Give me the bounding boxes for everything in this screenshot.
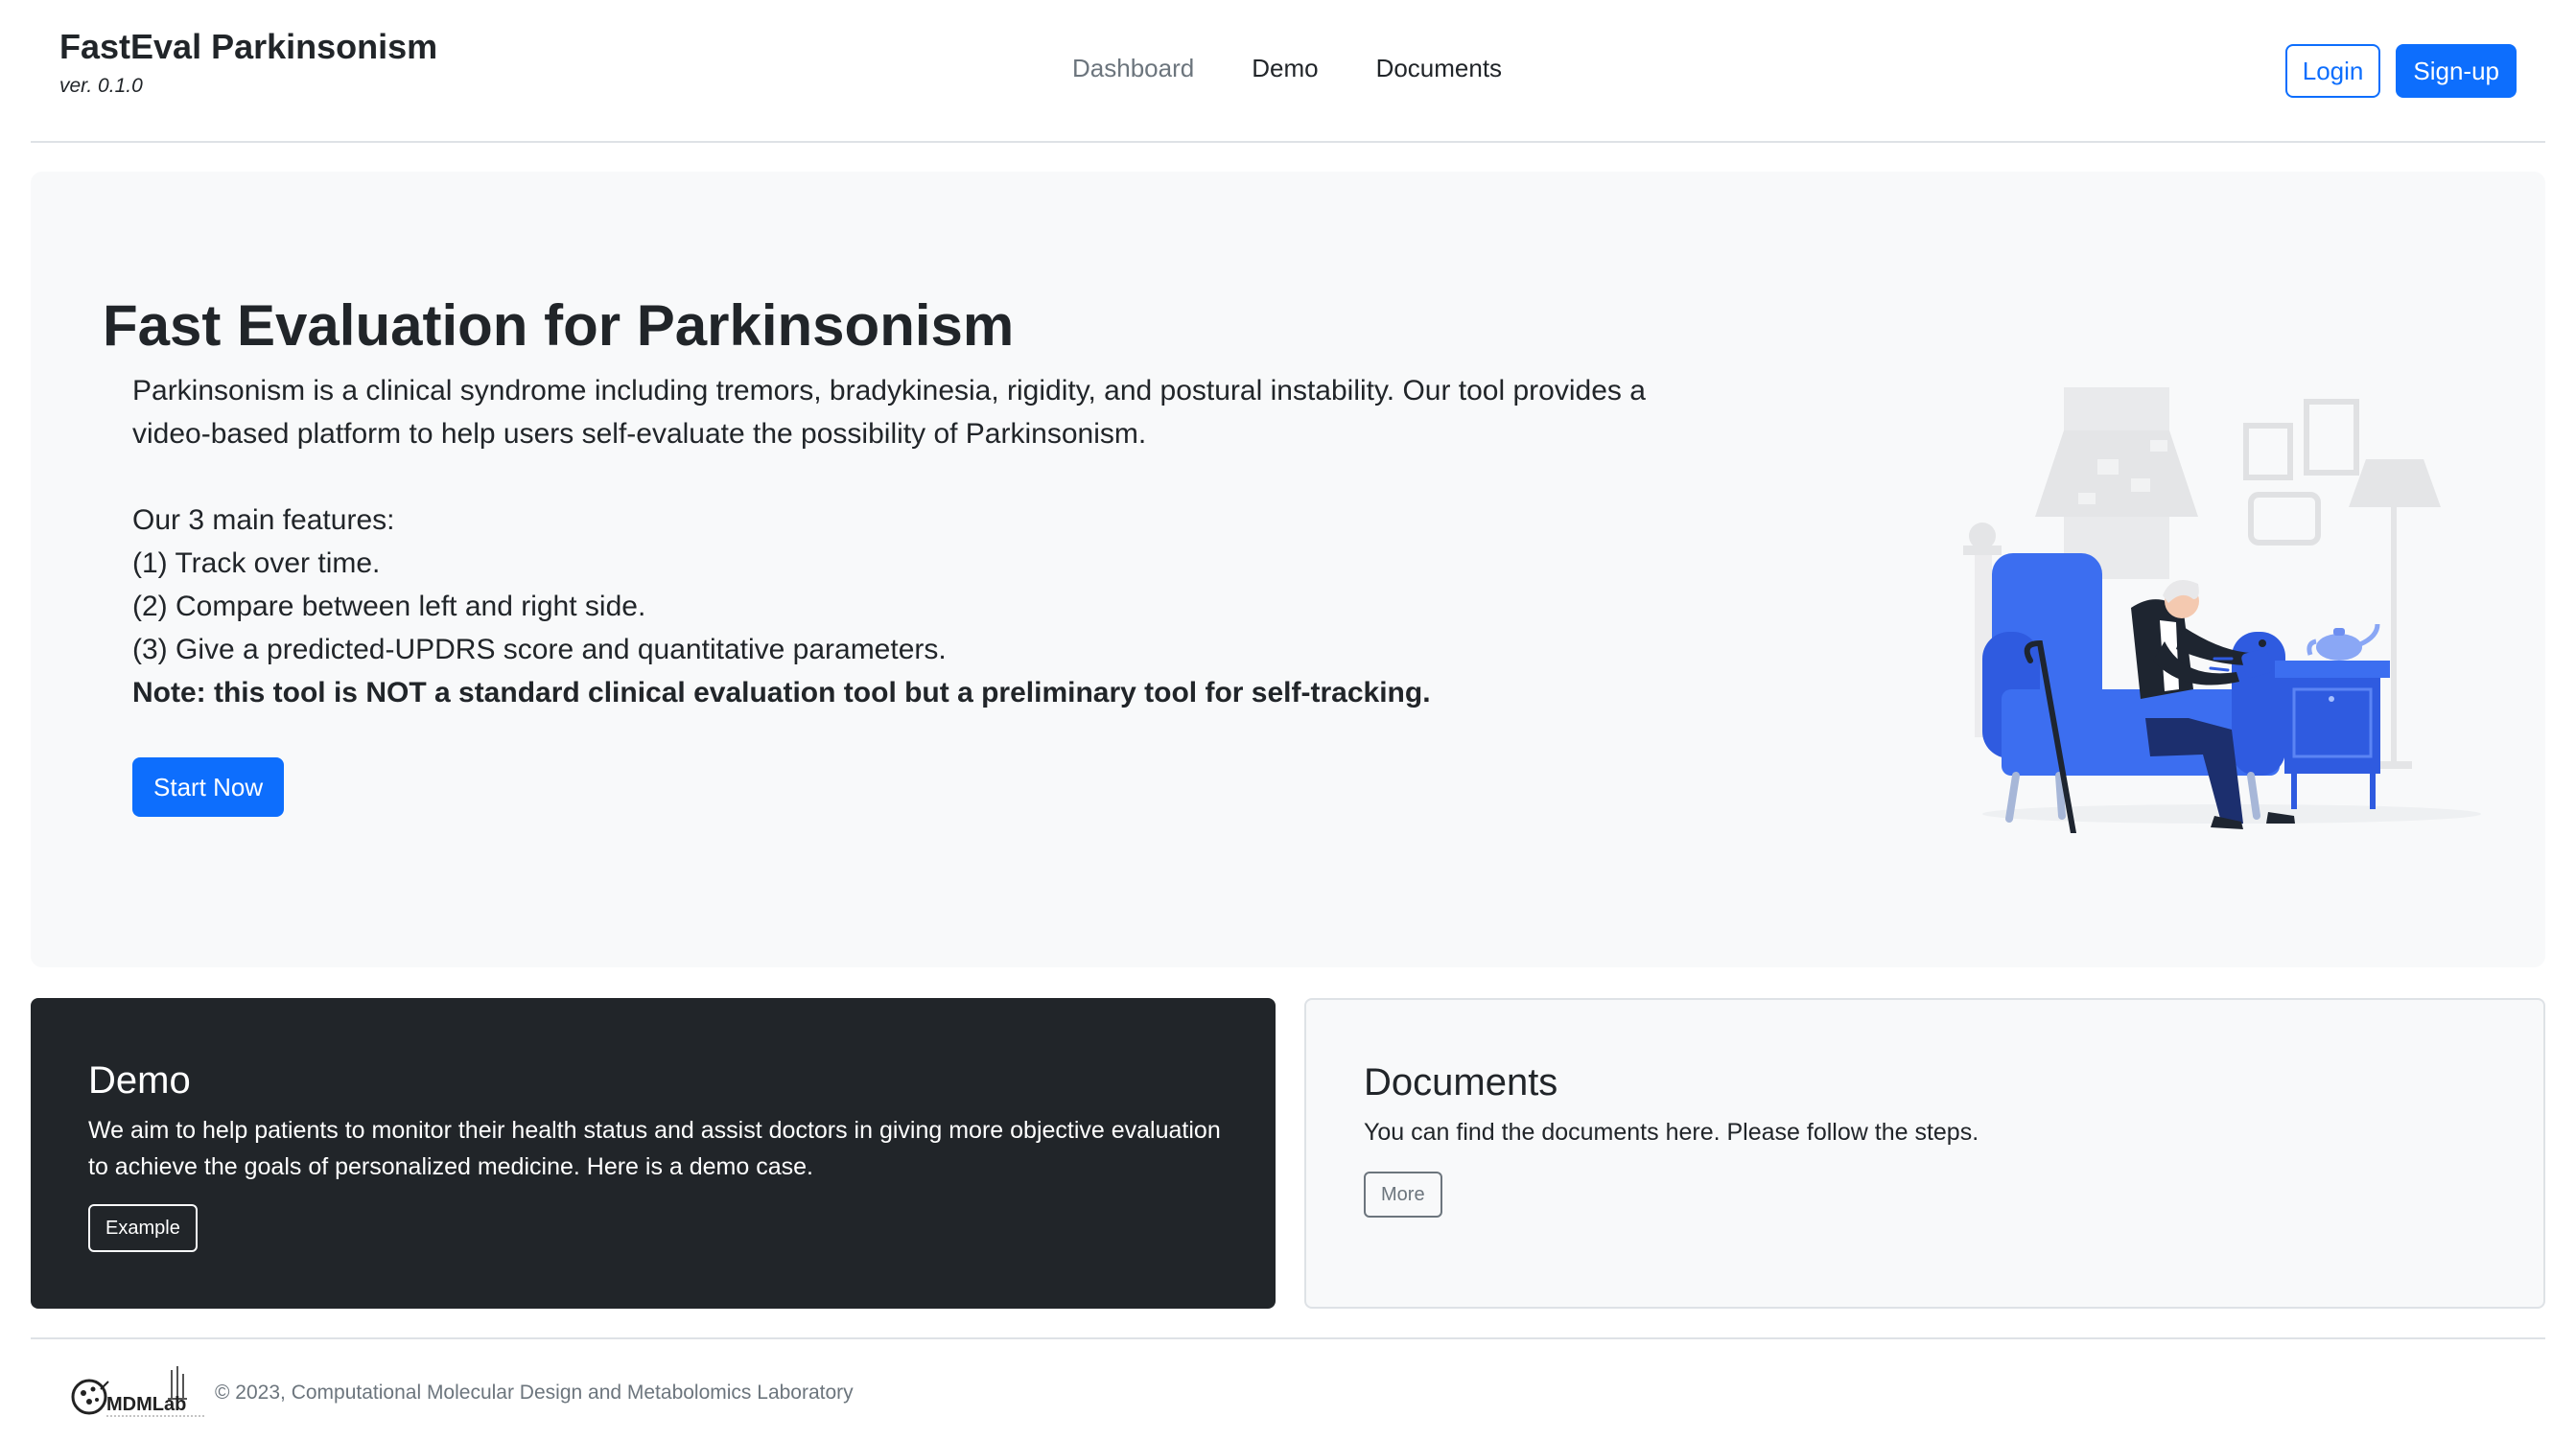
- hero-title: Fast Evaluation for Parkinsonism: [103, 293, 1015, 358]
- example-button[interactable]: Example: [88, 1204, 198, 1252]
- footer: MDMLab © 2023, Computational Molecular D…: [31, 1337, 2545, 1435]
- disclaimer-note: Note: this tool is NOT a standard clinic…: [132, 677, 1431, 708]
- elderly-person-on-sofa-illustration: [1963, 373, 2500, 833]
- brand[interactable]: FastEval Parkinsonism ver. 0.1.0: [59, 25, 437, 98]
- nav-dashboard-link[interactable]: Dashboard: [1072, 54, 1194, 83]
- nav-demo-link[interactable]: Demo: [1252, 54, 1318, 83]
- brand-title[interactable]: FastEval Parkinsonism: [59, 25, 437, 69]
- auth-buttons: Login Sign-up: [2284, 44, 2517, 98]
- features-heading: Our 3 main features:: [132, 504, 395, 536]
- documents-card-title: Documents: [1364, 1061, 1558, 1103]
- nav-documents-link[interactable]: Documents: [1376, 54, 1503, 83]
- hero-description: Parkinsonism is a clinical syndrome incl…: [132, 369, 1657, 714]
- copyright-text: © 2023, Computational Molecular Design a…: [215, 1382, 854, 1404]
- demo-card: Demo We aim to help patients to monitor …: [31, 998, 1276, 1309]
- hero-intro-text: Parkinsonism is a clinical syndrome incl…: [132, 375, 1646, 450]
- mdmlab-logo: MDMLab: [71, 1366, 206, 1417]
- feature-item: (2) Compare between left and right side.: [132, 591, 646, 622]
- login-button[interactable]: Login: [2284, 44, 2381, 98]
- demo-card-title: Demo: [88, 1059, 191, 1102]
- hero-section: Fast Evaluation for Parkinsonism Parkins…: [31, 172, 2545, 967]
- demo-card-text: We aim to help patients to monitor their…: [88, 1117, 1221, 1180]
- navbar: FastEval Parkinsonism ver. 0.1.0 Dashboa…: [31, 0, 2545, 143]
- start-now-button[interactable]: Start Now: [132, 757, 285, 817]
- page: FastEval Parkinsonism ver. 0.1.0 Dashboa…: [0, 0, 2576, 1440]
- signup-button[interactable]: Sign-up: [2396, 44, 2517, 98]
- documents-card: Documents You can find the documents her…: [1304, 998, 2545, 1309]
- version-label: ver. 0.1.0: [59, 75, 143, 97]
- feature-item: (3) Give a predicted-UPDRS score and qua…: [132, 634, 947, 665]
- feature-item: (1) Track over time.: [132, 547, 381, 579]
- documents-card-text: You can find the documents here. Please …: [1364, 1119, 1979, 1146]
- more-button[interactable]: More: [1364, 1172, 1442, 1218]
- logo-text: MDMLab: [106, 1394, 186, 1415]
- main-nav: Dashboard Demo Documents: [1072, 54, 1502, 83]
